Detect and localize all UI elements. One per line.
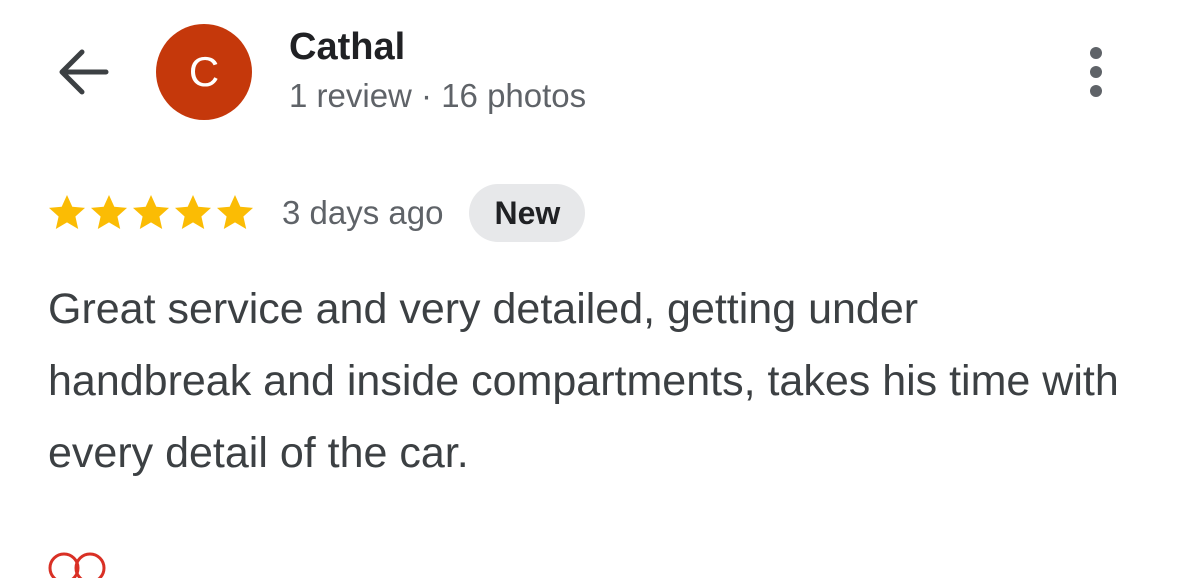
avatar-letter: C: [188, 48, 220, 95]
avatar[interactable]: C: [156, 24, 252, 120]
reviewer-stats: 1 review · 16 photos: [289, 77, 587, 114]
star-rating: [47, 193, 255, 233]
star-icon: [91, 195, 127, 229]
rating-row: 3 days ago New: [47, 184, 586, 242]
reviewer-name[interactable]: Cathal: [289, 26, 405, 69]
arrow-left-icon: [59, 49, 109, 95]
star-icon: [175, 195, 211, 229]
review-date: 3 days ago: [282, 194, 444, 231]
star-icon: [133, 195, 169, 229]
back-button[interactable]: [56, 44, 112, 100]
star-icon: [49, 195, 85, 229]
star-icon: [217, 195, 253, 229]
new-badge: New: [469, 184, 586, 242]
reaction-icon[interactable]: [46, 548, 110, 578]
more-vertical-icon: [1090, 47, 1102, 59]
review-text: Great service and very detailed, getting…: [48, 285, 1119, 477]
more-options-button[interactable]: [1074, 42, 1118, 102]
